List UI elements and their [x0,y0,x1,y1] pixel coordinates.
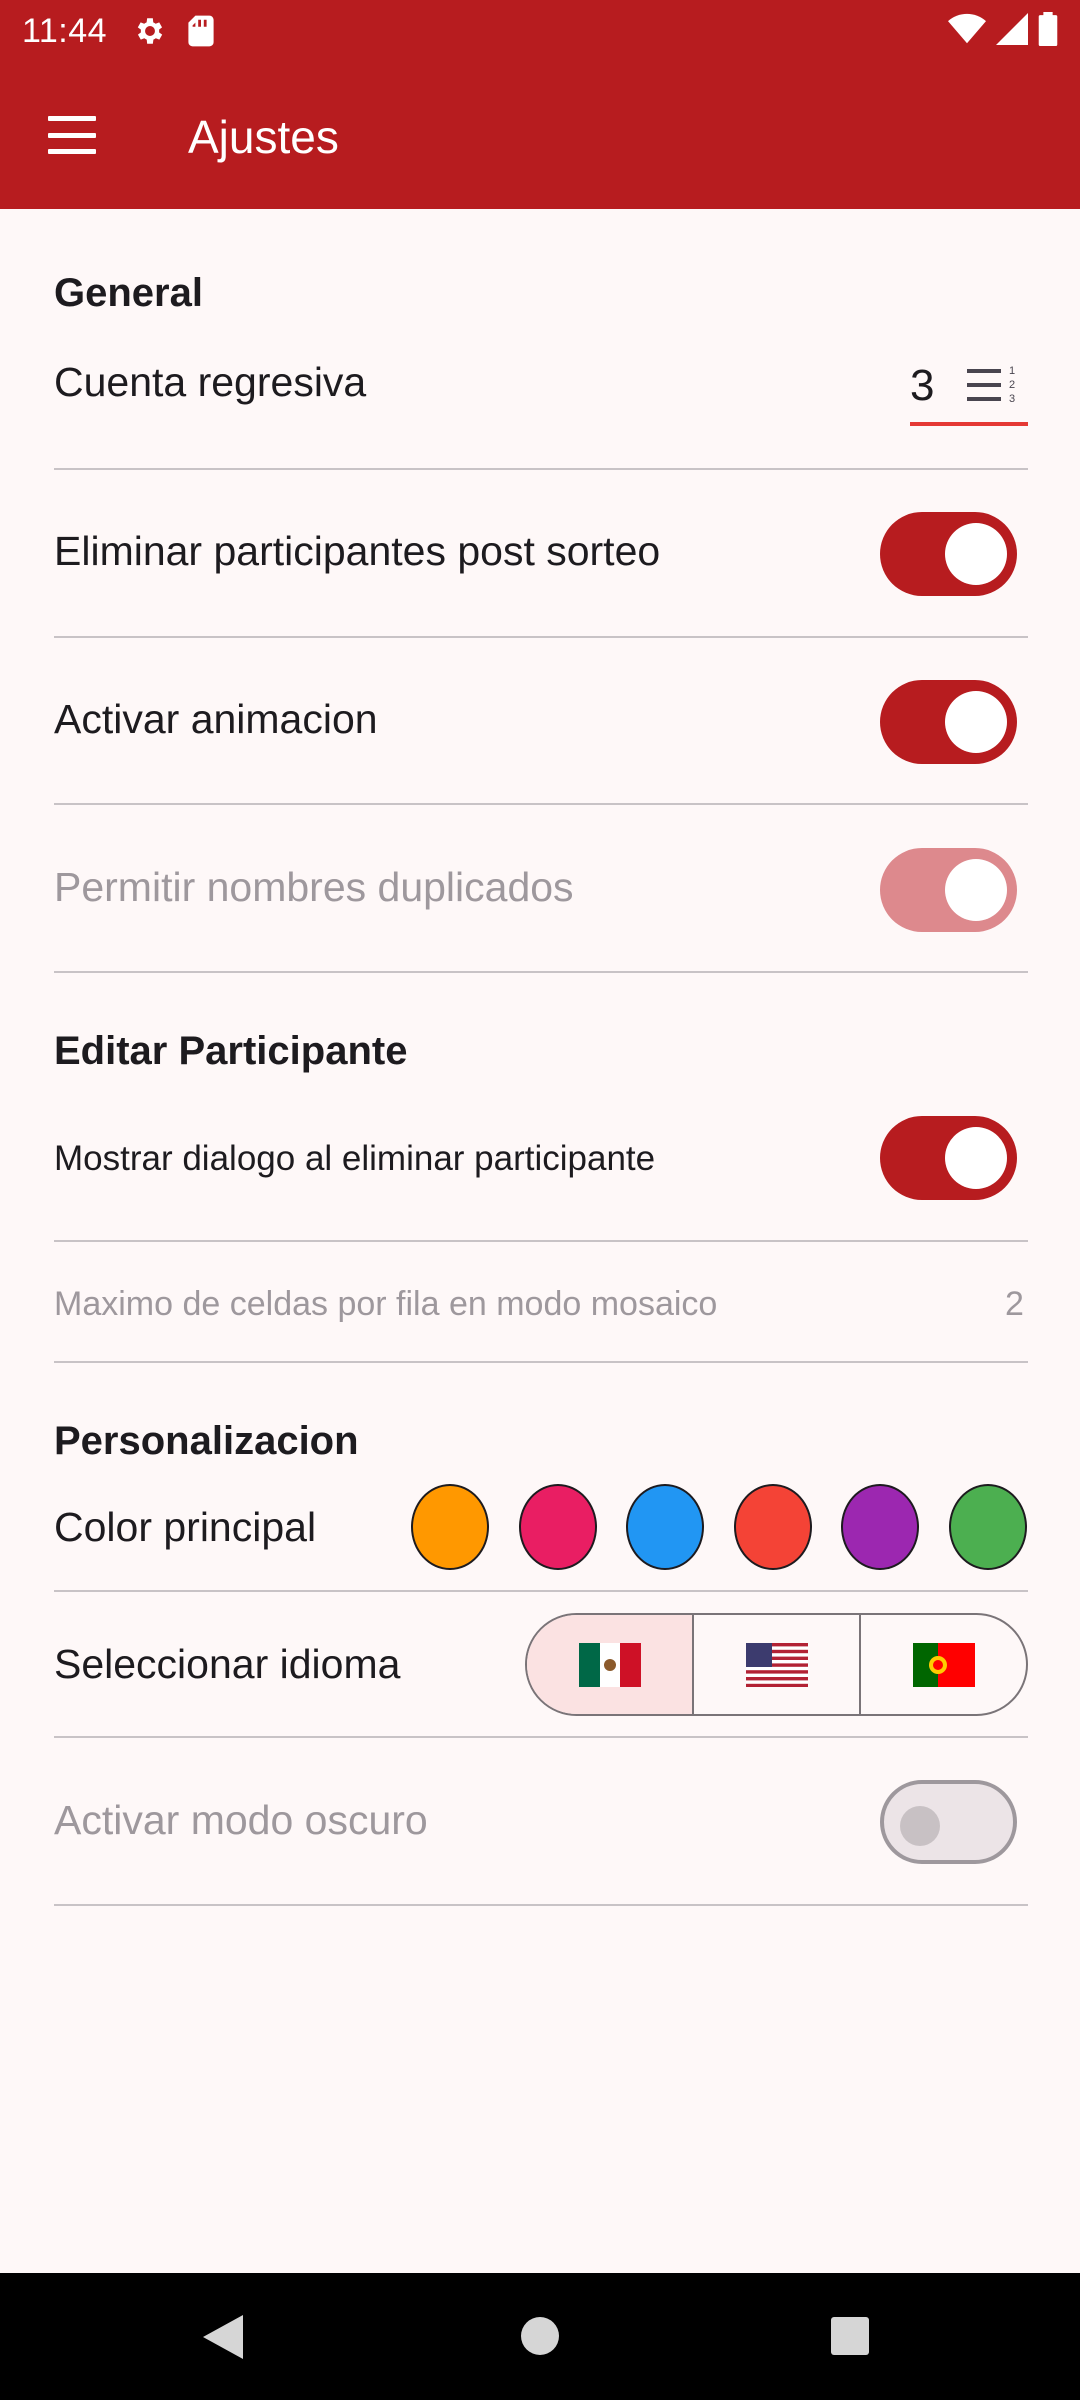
divider [54,1736,1028,1738]
divider [54,971,1028,973]
countdown-input[interactable]: 3 [910,361,934,411]
max-cells-value: 2 [1005,1285,1024,1323]
mexico-flag-icon[interactable] [527,1615,692,1714]
section-title-edit-participant: Editar Participante [54,1029,408,1073]
divider [54,1904,1028,1906]
color-swatch[interactable] [411,1484,489,1570]
page-title: Ajustes [188,111,339,163]
remove-after-draw-label: Eliminar participantes post sorteo [54,528,661,574]
portugal-flag-icon[interactable] [859,1615,1026,1714]
confirm-dialog-toggle[interactable] [880,1116,1017,1200]
animation-label: Activar animacion [54,696,378,742]
usa-flag-icon[interactable] [692,1615,859,1714]
language-label: Seleccionar idioma [54,1641,401,1687]
wifi-icon [948,12,986,51]
color-swatch[interactable] [626,1484,705,1570]
confirm-dialog-label: Mostrar dialogo al eliminar participante [54,1139,656,1178]
status-bar: 11:44 [0,0,1080,62]
color-swatch[interactable] [733,1484,812,1570]
color-swatch[interactable] [949,1484,1027,1570]
recents-icon[interactable] [831,2317,869,2355]
signal-icon [996,12,1028,51]
dark-mode-label: Activar modo oscuro [54,1797,428,1843]
countdown-underline [910,422,1028,426]
gear-icon [133,14,167,48]
color-label: Color principal [54,1504,317,1550]
countdown-label: Cuenta regresiva [54,359,367,405]
hamburger-menu-icon[interactable] [48,116,96,154]
animation-toggle[interactable] [880,680,1017,764]
system-nav-bar [0,2273,1080,2400]
status-time: 11:44 [22,11,108,50]
divider [54,636,1028,638]
battery-icon [1038,11,1058,51]
divider [54,803,1028,805]
dark-mode-toggle[interactable] [880,1780,1017,1864]
divider [54,468,1028,470]
divider [54,1240,1028,1242]
back-icon[interactable] [203,2315,243,2364]
section-title-personalization: Personalizacion [54,1419,359,1463]
color-swatch[interactable] [518,1484,597,1570]
sd-card-icon [187,14,215,48]
svg-text:1: 1 [1009,365,1015,377]
max-cells-label: Maximo de celdas por fila en modo mosaic… [54,1285,718,1323]
numbered-list-icon[interactable]: 1 2 3 [965,361,1021,414]
color-swatch[interactable] [841,1484,920,1570]
remove-after-draw-toggle[interactable] [880,512,1017,596]
app-bar: Ajustes [0,62,1080,209]
divider [54,1361,1028,1363]
home-icon[interactable] [521,2317,559,2355]
language-selector [525,1613,1028,1716]
duplicates-label: Permitir nombres duplicados [54,864,574,910]
svg-text:3: 3 [1009,393,1015,405]
divider [54,1590,1028,1592]
svg-text:2: 2 [1009,379,1015,391]
duplicates-toggle[interactable] [880,848,1017,932]
section-title-general: General [54,271,203,315]
